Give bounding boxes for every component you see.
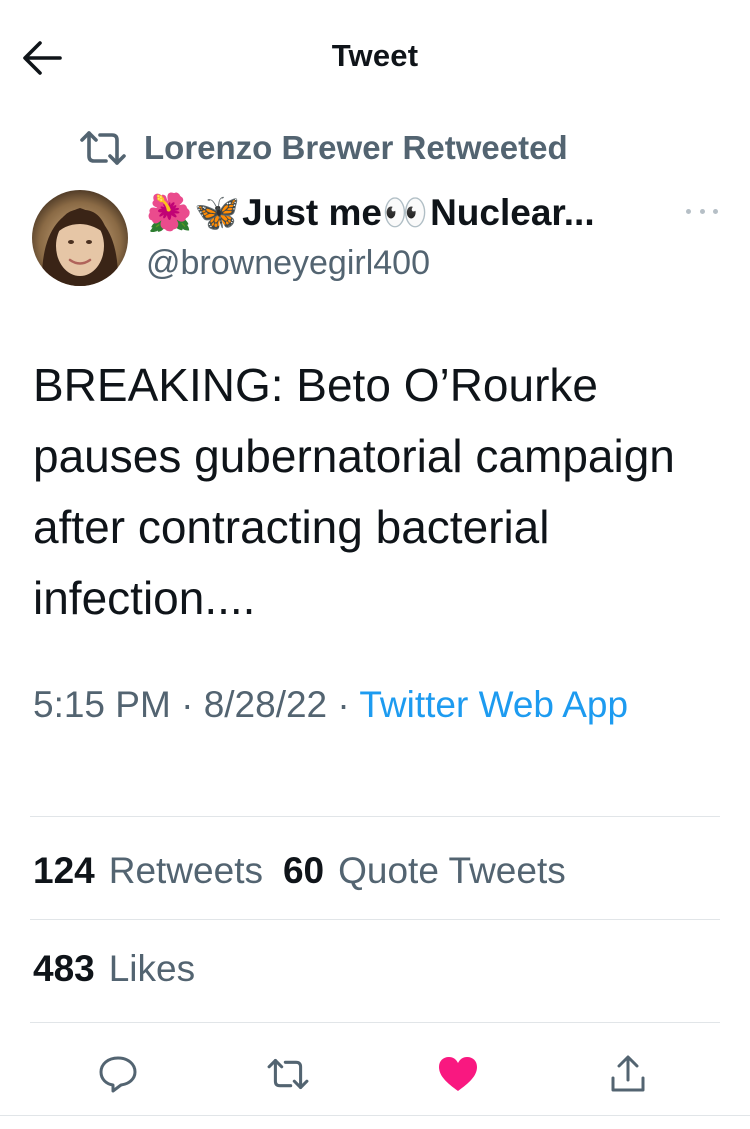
retweet-context[interactable]: Lorenzo Brewer Retweeted — [78, 126, 568, 170]
display-name[interactable]: 🌺 🦋 Just me 👀 Nuclear... — [146, 190, 595, 236]
likes-count: 483 — [33, 948, 95, 989]
quote-tweets-label: Quote Tweets — [338, 850, 566, 891]
meta-separator: · — [327, 684, 360, 725]
more-dot-icon — [713, 208, 718, 214]
hibiscus-emoji: 🌺 — [146, 191, 193, 233]
retweets-label: Retweets — [108, 850, 263, 891]
header: Tweet — [0, 0, 750, 112]
likes-stat[interactable]: 483 Likes — [33, 948, 195, 990]
heart-filled-icon — [439, 1057, 477, 1091]
avatar[interactable] — [32, 190, 128, 286]
quote-tweets-count: 60 — [282, 850, 325, 891]
display-name-part1: Just me — [242, 192, 382, 233]
like-button[interactable] — [432, 1048, 484, 1100]
retweet-context-text: Lorenzo Brewer Retweeted — [144, 129, 568, 166]
stats-row: 124 Retweets 60 Quote Tweets — [33, 846, 586, 896]
reply-button[interactable] — [92, 1048, 144, 1100]
tweet-meta: 5:15 PM · 8/28/22 · Twitter Web App — [33, 678, 713, 732]
user-handle[interactable]: @browneyegirl400 — [146, 244, 430, 283]
more-dot-icon — [699, 208, 705, 214]
retweets-count: 124 — [33, 850, 95, 891]
retweet-icon — [267, 1058, 309, 1090]
more-options-button[interactable] — [682, 196, 722, 226]
butterfly-emoji: 🦋 — [194, 191, 241, 233]
share-button[interactable] — [602, 1048, 654, 1100]
divider — [30, 1022, 720, 1023]
meta-separator: · — [170, 684, 204, 725]
more-dot-icon — [686, 208, 691, 214]
tweet-detail-screen: Tweet Lorenzo Brewer Retweeted 🌺 🦋 Just … — [0, 0, 750, 1129]
tweet-source-link[interactable]: Twitter Web App — [359, 684, 628, 725]
likes-label: Likes — [108, 948, 196, 989]
divider — [0, 1115, 750, 1116]
share-icon — [611, 1055, 645, 1092]
page-title: Tweet — [331, 38, 419, 73]
eyes-emoji: 👀 — [382, 191, 429, 233]
action-bar — [0, 1048, 750, 1100]
likes-row: 483 Likes — [33, 944, 215, 994]
reply-icon — [99, 1056, 137, 1093]
tweet-date[interactable]: 8/28/22 — [204, 684, 327, 725]
retweet-button[interactable] — [262, 1048, 314, 1100]
tweet-time[interactable]: 5:15 PM — [33, 684, 171, 725]
tweet-text: BREAKING: Beto O’Rourke pauses gubernato… — [33, 359, 675, 624]
divider — [30, 919, 720, 920]
display-name-part2: Nuclear... — [430, 192, 595, 233]
retweet-icon — [80, 131, 126, 165]
divider — [30, 816, 720, 817]
quote-tweets-stat[interactable]: 60 Quote Tweets — [283, 850, 566, 892]
avatar-image — [32, 190, 128, 286]
retweets-stat[interactable]: 124 Retweets — [33, 850, 263, 892]
